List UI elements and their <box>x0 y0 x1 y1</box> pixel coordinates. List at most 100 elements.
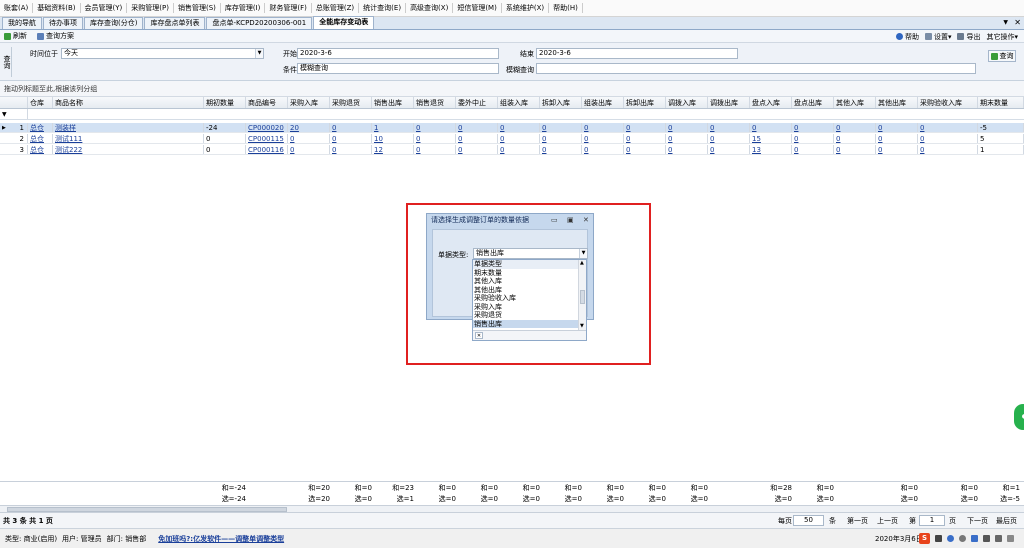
cell-value[interactable]: 0 <box>792 134 834 143</box>
time-select[interactable]: 今天 ▼ <box>61 48 264 59</box>
menu-sales[interactable]: 销售管理(S) <box>174 3 221 13</box>
cell-value[interactable]: 13 <box>750 145 792 154</box>
last-page-button[interactable]: 最后页 <box>996 513 1017 529</box>
condition-input[interactable]: 模糊查询 <box>297 63 499 74</box>
header-warehouse[interactable]: 仓库 <box>28 97 53 108</box>
cell-value[interactable]: 0 <box>288 145 330 154</box>
floating-service-button[interactable]: ● <box>1014 404 1024 430</box>
cell-value[interactable]: 15 <box>750 134 792 143</box>
help-button[interactable]: 帮助 <box>895 32 919 42</box>
end-date-input[interactable]: 2020-3-6 <box>536 48 738 59</box>
first-page-button[interactable]: 第一页 <box>847 513 868 529</box>
header-transfer-out[interactable]: 调拨出库 <box>708 97 750 108</box>
cell-value[interactable]: 0 <box>918 134 978 143</box>
cell-value[interactable]: 0 <box>414 134 456 143</box>
export-button[interactable]: 导出 <box>957 32 980 42</box>
menu-inventory[interactable]: 库存管理(I) <box>221 3 266 13</box>
cell-value[interactable]: 0 <box>876 123 918 132</box>
header-inspect-in[interactable]: 采购验收入库 <box>918 97 978 108</box>
cell-value[interactable]: 0 <box>834 123 876 132</box>
cell-product-code[interactable]: CP000115 <box>246 134 288 143</box>
table-row[interactable]: ▶ 1 总仓 测装样 -24 CP000020 20 0 1 0 0 0 0 0 … <box>0 123 1024 133</box>
cell-value[interactable]: 0 <box>582 123 624 132</box>
cell-value[interactable]: 0 <box>456 123 498 132</box>
tray-icon[interactable] <box>959 535 966 542</box>
cell-value[interactable]: 0 <box>876 145 918 154</box>
cell-value[interactable]: 0 <box>792 145 834 154</box>
header-purchase-in[interactable]: 采购入库 <box>288 97 330 108</box>
fuzzy-search-input[interactable] <box>536 63 976 74</box>
menu-stats[interactable]: 统计查询(E) <box>359 3 407 13</box>
cell-value[interactable]: 0 <box>456 145 498 154</box>
start-date-input[interactable]: 2020-3-6 <box>297 48 499 59</box>
cell-value[interactable]: 0 <box>666 134 708 143</box>
cell-value[interactable]: 0 <box>918 123 978 132</box>
horizontal-scrollbar[interactable] <box>0 505 1024 513</box>
tray-icon[interactable] <box>1007 535 1014 542</box>
cell-value[interactable]: 0 <box>582 145 624 154</box>
cell-product-code[interactable]: CP000116 <box>246 145 288 154</box>
header-outsource-stop[interactable]: 委外中止 <box>456 97 498 108</box>
cell-product-name[interactable]: 测试222 <box>53 145 204 154</box>
menu-basic-data[interactable]: 基础资料(B) <box>33 3 81 13</box>
cell-value[interactable]: 0 <box>918 145 978 154</box>
cell-value[interactable]: 0 <box>498 134 540 143</box>
settings-button[interactable]: 设置 ▾ <box>924 32 951 42</box>
query-plan-button[interactable]: 查询方案 <box>37 31 74 41</box>
close-icon[interactable]: ✕ <box>1014 18 1021 27</box>
cell-value[interactable]: 0 <box>624 145 666 154</box>
cell-warehouse[interactable]: 总仓 <box>28 134 53 143</box>
cell-product-name[interactable]: 测装样 <box>53 123 204 132</box>
other-ops-button[interactable]: 其它操作 ▾ <box>986 32 1018 42</box>
tray-icon[interactable] <box>947 535 954 542</box>
grid-filter-row[interactable]: ▼ <box>0 109 1024 120</box>
cell-value[interactable]: 12 <box>372 145 414 154</box>
header-transfer-in[interactable]: 调拨入库 <box>666 97 708 108</box>
next-page-button[interactable]: 下一页 <box>967 513 988 529</box>
header-disassembly-in[interactable]: 拆卸入库 <box>540 97 582 108</box>
cell-value[interactable]: 0 <box>834 134 876 143</box>
header-opening-qty[interactable]: 期初数量 <box>204 97 246 108</box>
cell-value[interactable]: 0 <box>708 134 750 143</box>
tab-stock-change[interactable]: 全能库存变动表 <box>313 16 375 29</box>
table-row[interactable]: 3 总仓 测试222 0 CP000116 0 0 12 0 0 0 0 0 0… <box>0 145 1024 155</box>
table-row[interactable]: 2 总仓 测试111 0 CP000115 0 0 10 0 0 0 0 0 0… <box>0 134 1024 144</box>
cell-value[interactable]: 0 <box>540 123 582 132</box>
cell-value[interactable]: 0 <box>708 145 750 154</box>
page-number-input[interactable]: 1 <box>919 515 945 526</box>
menu-ledger[interactable]: 总账管理(Z) <box>312 3 360 13</box>
cell-value[interactable]: 0 <box>834 145 876 154</box>
cell-value[interactable]: 0 <box>414 145 456 154</box>
cell-value[interactable]: 0 <box>498 123 540 132</box>
tab-todo[interactable]: 待办事项 <box>43 17 83 29</box>
cell-value[interactable]: 20 <box>288 123 330 132</box>
query-button[interactable]: 查询 <box>988 50 1016 62</box>
cell-product-code[interactable]: CP000020 <box>246 123 288 132</box>
header-product-code[interactable]: 商品编号 <box>246 97 288 108</box>
cell-value[interactable]: 10 <box>372 134 414 143</box>
header-disassembly-out[interactable]: 拆卸出库 <box>624 97 666 108</box>
header-count-in[interactable]: 盘点入库 <box>750 97 792 108</box>
cell-value[interactable]: 0 <box>540 145 582 154</box>
menu-finance[interactable]: 财务管理(F) <box>265 3 312 13</box>
cell-value[interactable]: 0 <box>624 134 666 143</box>
tray-icon[interactable] <box>995 535 1002 542</box>
menu-sms[interactable]: 短信管理(M) <box>453 3 502 13</box>
prev-page-button[interactable]: 上一页 <box>877 513 898 529</box>
cell-warehouse[interactable]: 总仓 <box>28 123 53 132</box>
tray-icon[interactable] <box>983 535 990 542</box>
cell-value[interactable]: 0 <box>876 134 918 143</box>
header-purchase-return[interactable]: 采购退货 <box>330 97 372 108</box>
menu-account[interactable]: 账套(A) <box>0 3 34 13</box>
dropdown-arrow-icon[interactable]: ▼ <box>255 49 263 58</box>
menu-system[interactable]: 系统维护(X) <box>502 3 550 13</box>
cell-value[interactable]: 0 <box>792 123 834 132</box>
menu-purchase[interactable]: 采购管理(P) <box>127 3 174 13</box>
tray-icon[interactable] <box>971 535 978 542</box>
cell-value[interactable]: 0 <box>330 134 372 143</box>
cell-value[interactable]: 0 <box>666 145 708 154</box>
header-product-name[interactable]: 商品名称 <box>53 97 204 108</box>
tab-count-list[interactable]: 库存盘点单列表 <box>144 17 206 29</box>
cell-value[interactable]: 0 <box>666 123 708 132</box>
scroll-thumb[interactable] <box>7 507 287 512</box>
